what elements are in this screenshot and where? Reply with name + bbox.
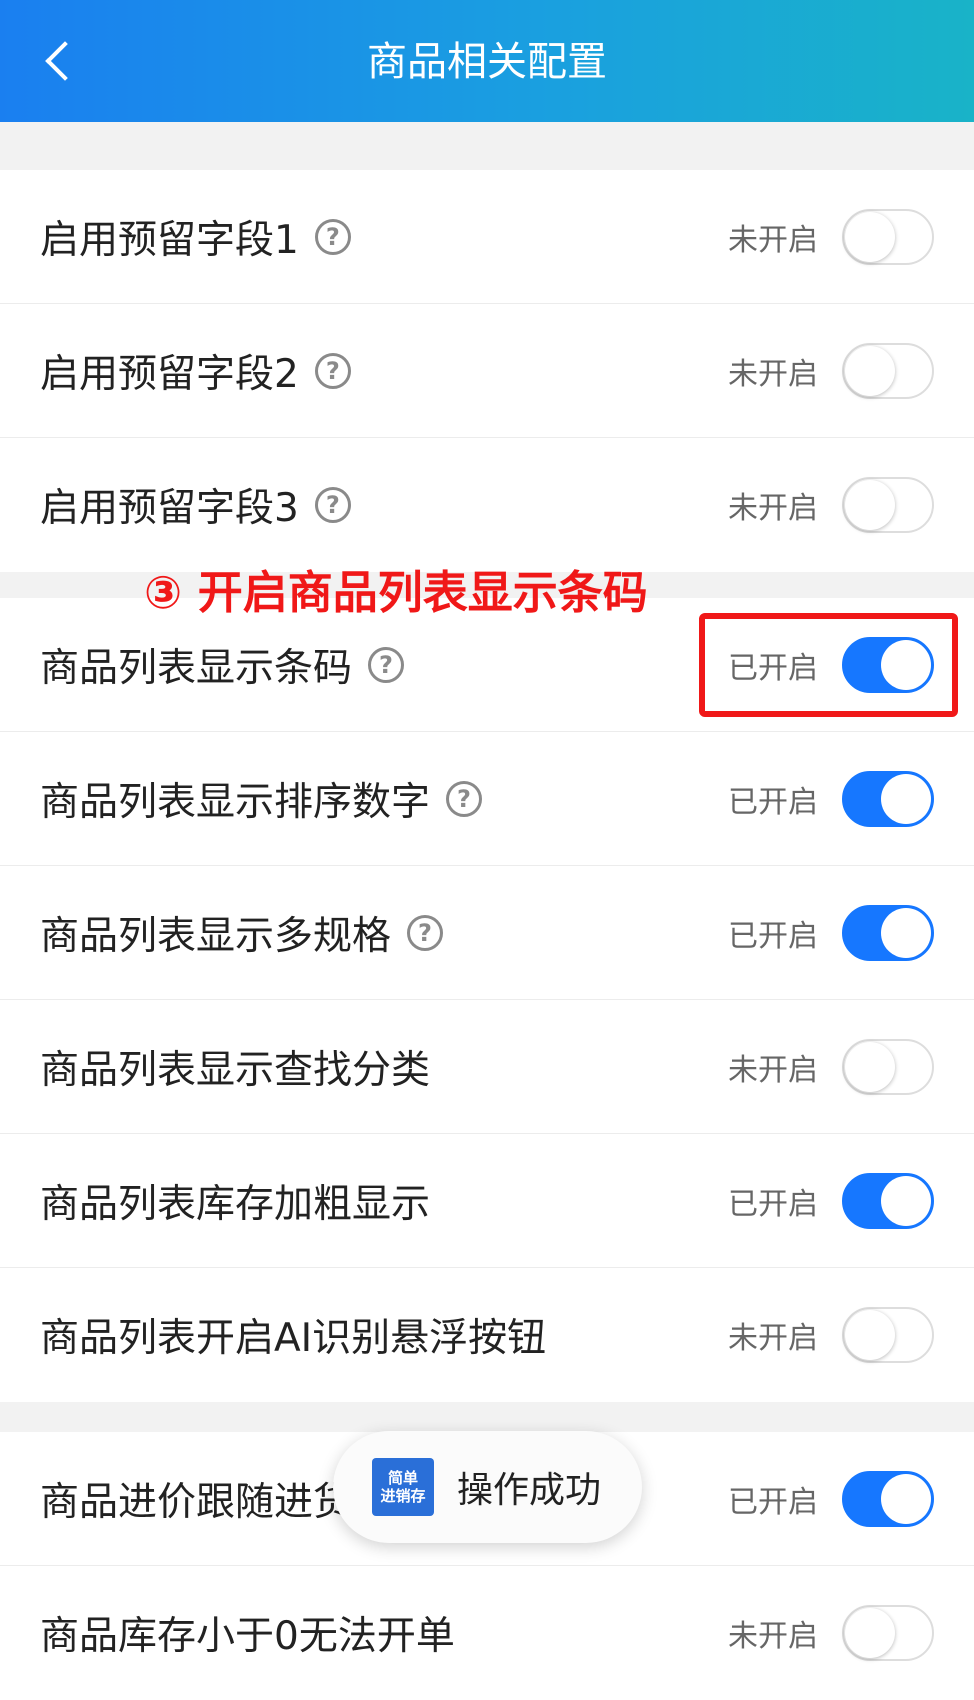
setting-label: 商品列表显示条码 [40, 646, 353, 691]
setting-row-reserved-field-1: 启用预留字段1 ? 未开启 [0, 170, 974, 304]
toggle-switch[interactable] [842, 771, 934, 827]
setting-row-reserved-field-2: 启用预留字段2 ? 未开启 [0, 304, 974, 438]
setting-row-ai-float-button: 商品列表开启AI识别悬浮按钮 未开启 [0, 1268, 974, 1402]
setting-row-show-search-category: 商品列表显示查找分类 未开启 [0, 1000, 974, 1134]
switch-knob [845, 480, 895, 530]
logo-line-1: 简单 [387, 1469, 418, 1487]
toggle-switch[interactable] [842, 1605, 934, 1661]
help-icon[interactable]: ? [407, 915, 444, 951]
switch-knob [845, 212, 895, 262]
success-toast: 简单 进销存 操作成功 [333, 1431, 642, 1543]
toggle-switch[interactable] [842, 905, 934, 961]
setting-row-show-sort-number: 商品列表显示排序数字 ? 已开启 [0, 732, 974, 866]
toggle-switch[interactable] [842, 343, 934, 399]
setting-row-bold-stock: 商品列表库存加粗显示 已开启 [0, 1134, 974, 1268]
setting-label: 启用预留字段2 [40, 352, 299, 397]
switch-knob [881, 1176, 931, 1226]
switch-knob [845, 1310, 895, 1360]
page-title: 商品相关配置 [367, 39, 607, 85]
help-icon[interactable]: ? [314, 353, 351, 389]
help-icon[interactable]: ? [314, 219, 351, 255]
setting-label: 启用预留字段3 [40, 486, 299, 531]
status-text: 未开启 [728, 491, 818, 526]
switch-knob [881, 908, 931, 958]
help-icon[interactable]: ? [368, 647, 405, 683]
status-text: 已开启 [728, 785, 818, 820]
app-header: 商品相关配置 [0, 0, 974, 122]
setting-label: 启用预留字段1 [40, 218, 299, 263]
status-text: 未开启 [728, 1321, 818, 1356]
status-text: 已开启 [728, 1187, 818, 1222]
toast-message: 操作成功 [457, 1470, 602, 1511]
switch-knob [881, 1474, 931, 1524]
setting-row-negative-stock-block: 商品库存小于0无法开单 未开启 [0, 1566, 974, 1700]
setting-row-show-multi-spec: 商品列表显示多规格 ? 已开启 [0, 866, 974, 1000]
toggle-switch[interactable] [842, 1039, 934, 1095]
section-divider [0, 122, 974, 170]
setting-label: 商品列表显示排序数字 [40, 780, 431, 825]
status-text: 已开启 [728, 919, 818, 954]
setting-label: 商品列表开启AI识别悬浮按钮 [40, 1316, 547, 1361]
status-text: 未开启 [728, 357, 818, 392]
setting-label: 商品库存小于0无法开单 [40, 1614, 455, 1659]
setting-label: 商品列表库存加粗显示 [40, 1182, 431, 1227]
section-divider [0, 1402, 974, 1432]
status-text: 未开启 [728, 1619, 818, 1654]
toggle-switch[interactable] [842, 477, 934, 533]
switch-knob [881, 774, 931, 824]
status-text: 未开启 [728, 223, 818, 258]
annotation-highlight-box [699, 613, 958, 717]
switch-knob [845, 346, 895, 396]
toggle-switch[interactable] [842, 1471, 934, 1527]
setting-label: 商品列表显示查找分类 [40, 1048, 431, 1093]
status-text: 未开启 [728, 1053, 818, 1088]
status-text: 已开启 [728, 1485, 818, 1520]
switch-knob [845, 1608, 895, 1658]
setting-row-reserved-field-3: 启用预留字段3 ? 未开启 [0, 438, 974, 572]
tutorial-annotation: ③ 开启商品列表显示条码 [144, 565, 648, 619]
toggle-switch[interactable] [842, 1173, 934, 1229]
toggle-switch[interactable] [842, 209, 934, 265]
help-icon[interactable]: ? [314, 487, 351, 523]
logo-line-2: 进销存 [380, 1487, 426, 1505]
switch-knob [845, 1042, 895, 1092]
app-logo-icon: 简单 进销存 [372, 1458, 434, 1516]
setting-label: 商品进价跟随进货 [40, 1480, 353, 1525]
toggle-switch[interactable] [842, 1307, 934, 1363]
setting-label: 商品列表显示多规格 [40, 914, 392, 959]
help-icon[interactable]: ? [446, 781, 483, 817]
